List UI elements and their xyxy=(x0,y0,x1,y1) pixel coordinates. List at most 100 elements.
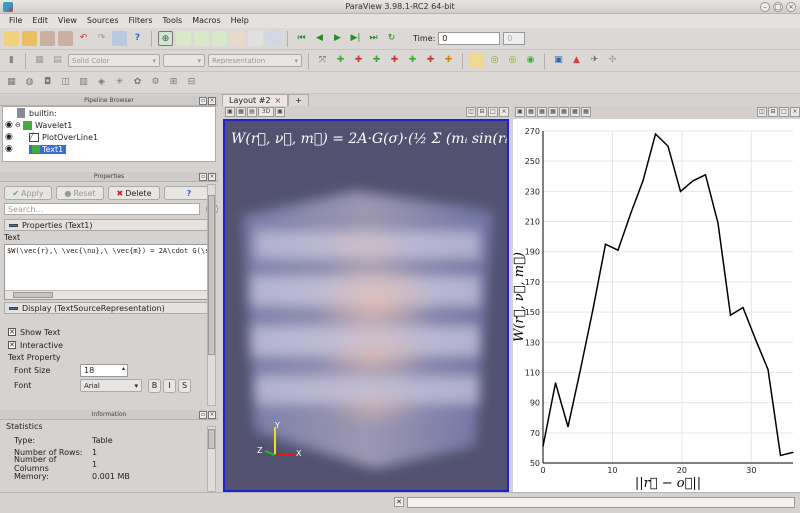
zoom-to-data-icon[interactable] xyxy=(176,31,191,46)
font-select[interactable]: Arial ▾ xyxy=(80,379,142,392)
camera-icon[interactable]: ▣ xyxy=(225,107,235,117)
threshold-icon[interactable]: ▥ xyxy=(76,75,91,90)
slice-icon[interactable]: ◫ xyxy=(58,75,73,90)
calculator-icon[interactable]: ▦ xyxy=(4,75,19,90)
warp-vector-icon[interactable]: ⚙ xyxy=(148,75,163,90)
maximize-view-icon[interactable]: □ xyxy=(779,107,789,117)
view-plus-y-icon[interactable]: ✚ xyxy=(369,53,384,68)
scroll-thumb[interactable] xyxy=(13,292,53,298)
link-camera-icon[interactable]: ✈ xyxy=(587,53,602,68)
camera-undo-icon[interactable]: ▣ xyxy=(551,53,566,68)
view-3d-toggle[interactable]: 3D xyxy=(258,107,274,117)
interaction-mode-icon[interactable] xyxy=(469,53,484,68)
clip-icon[interactable]: ◘ xyxy=(40,75,55,90)
zoom-icon[interactable]: ▦ xyxy=(559,107,569,117)
delete-button[interactable]: ✖ Delete xyxy=(108,186,160,200)
eye-icon[interactable]: ◉ xyxy=(5,132,15,142)
float-icon[interactable]: ▫ xyxy=(199,97,207,105)
loop-icon[interactable]: ↻ xyxy=(384,31,399,46)
view-plus-x-icon[interactable]: ✚ xyxy=(333,53,348,68)
time-index-spinbox[interactable]: 0 xyxy=(503,32,526,45)
font-size-spinbox[interactable]: 18 ▴ xyxy=(80,364,128,377)
rotate-icon[interactable]: ✚ xyxy=(441,53,456,68)
text-value-field[interactable]: $W(\vec{r},\ \vec{\nu},\ \vec{m}) = 2A\c… xyxy=(4,244,214,300)
center-axes-icon[interactable]: ◎ xyxy=(487,53,502,68)
first-frame-icon[interactable]: ⏮ xyxy=(294,31,309,46)
extract-subset-icon[interactable]: ◈ xyxy=(94,75,109,90)
float-icon[interactable]: ▫ xyxy=(199,411,207,419)
ruler-icon[interactable]: ▮ xyxy=(4,53,19,68)
menu-edit[interactable]: Edit xyxy=(27,14,53,28)
section-properties-text1[interactable]: Properties (Text1) xyxy=(4,219,214,231)
close-panel-icon[interactable]: × xyxy=(208,411,216,419)
color-legend-icon[interactable]: ▦ xyxy=(32,53,47,68)
float-icon[interactable]: ▫ xyxy=(199,173,207,181)
select-points-icon[interactable]: ▦ xyxy=(537,107,547,117)
open-file-icon[interactable] xyxy=(4,31,19,46)
select-icon[interactable]: ▦ xyxy=(526,107,536,117)
grid-icon[interactable]: ▦ xyxy=(581,107,591,117)
pipeline-item-builtin[interactable]: builtin: xyxy=(3,107,215,119)
split-vertical-icon[interactable]: ⊟ xyxy=(477,107,487,117)
horizontal-scrollbar[interactable] xyxy=(5,290,213,299)
line-chart-view[interactable]: 50 70 90 110 130 150 170 190 210 230 250 270 0 10 20 30… xyxy=(512,119,800,492)
connect-icon[interactable] xyxy=(112,31,127,46)
next-frame-icon[interactable]: ▶| xyxy=(348,31,363,46)
representation-select[interactable]: Representation ▾ xyxy=(208,54,302,67)
reset-camera-icon[interactable]: ⊕ xyxy=(158,31,173,46)
select-block-icon[interactable] xyxy=(266,31,281,46)
play-icon[interactable]: ▶ xyxy=(330,31,345,46)
maximize-icon[interactable]: □ xyxy=(773,2,783,12)
group-datasets-icon[interactable]: ⊞ xyxy=(166,75,181,90)
view-minus-z-icon[interactable]: ✚ xyxy=(423,53,438,68)
close-panel-icon[interactable]: × xyxy=(208,173,216,181)
split-horizontal-icon[interactable]: ◫ xyxy=(757,107,767,117)
split-horizontal-icon[interactable]: ◫ xyxy=(466,107,476,117)
close-icon[interactable]: × xyxy=(786,2,796,12)
time-input[interactable]: 0 xyxy=(438,32,501,45)
tab-layout-2[interactable]: Layout #2 × xyxy=(222,94,289,106)
bold-button[interactable]: B xyxy=(148,378,161,393)
shadow-button[interactable]: S xyxy=(178,378,191,393)
properties-scrollbar[interactable] xyxy=(207,184,216,406)
show-center-icon[interactable]: ◉ xyxy=(523,53,538,68)
stream-tracer-icon[interactable]: ✿ xyxy=(130,75,145,90)
save-state-icon[interactable] xyxy=(58,31,73,46)
split-icon[interactable]: ▤ xyxy=(247,107,257,117)
stop-icon[interactable]: ✕ xyxy=(394,497,404,507)
menu-file[interactable]: File xyxy=(4,14,27,28)
pipeline-item-text[interactable]: ◉ Text1 xyxy=(3,143,215,155)
component-select[interactable]: ▾ xyxy=(163,54,205,67)
information-scrollbar[interactable] xyxy=(207,426,216,492)
minimize-icon[interactable]: – xyxy=(760,2,770,12)
pipeline-item-plotoverline[interactable]: ◉ ╱ PlotOverLine1 xyxy=(3,131,215,143)
orient-axes-icon[interactable]: ✣ xyxy=(605,53,620,68)
scroll-thumb[interactable] xyxy=(208,195,215,355)
close-panel-icon[interactable]: × xyxy=(208,97,216,105)
menu-sources[interactable]: Sources xyxy=(82,14,124,28)
close-tab-icon[interactable]: × xyxy=(275,96,282,105)
reset-view-icon[interactable]: ⤧ xyxy=(315,53,330,68)
save-data-icon[interactable] xyxy=(40,31,55,46)
edit-color-map-icon[interactable]: ▤ xyxy=(50,53,65,68)
pick-center-icon[interactable]: ◎ xyxy=(505,53,520,68)
help-icon[interactable]: ? xyxy=(130,31,145,46)
pipeline-item-wavelet[interactable]: ◉ ⊖ Wavelet1 xyxy=(3,119,215,131)
open-folder-icon[interactable] xyxy=(22,31,37,46)
contour-icon[interactable]: ◍ xyxy=(22,75,37,90)
menu-tools[interactable]: Tools xyxy=(158,14,188,28)
menu-macros[interactable]: Macros xyxy=(187,14,225,28)
split-vertical-icon[interactable]: ⊟ xyxy=(768,107,778,117)
reset-button[interactable]: ● Reset xyxy=(56,186,104,200)
settings-icon[interactable]: ▦ xyxy=(570,107,580,117)
extract-level-icon[interactable]: ⊟ xyxy=(184,75,199,90)
menu-filters[interactable]: Filters xyxy=(124,14,158,28)
zoom-to-box-icon[interactable] xyxy=(194,31,209,46)
select-cells-icon[interactable]: ▦ xyxy=(548,107,558,117)
interactive-checkbox[interactable]: ✕ Interactive xyxy=(8,340,210,350)
previous-frame-icon[interactable]: ◀ xyxy=(312,31,327,46)
search-input[interactable]: Search... xyxy=(4,203,200,215)
select-points-icon[interactable] xyxy=(230,31,245,46)
eye-icon[interactable]: ◉ xyxy=(5,120,15,130)
italic-button[interactable]: I xyxy=(163,378,176,393)
